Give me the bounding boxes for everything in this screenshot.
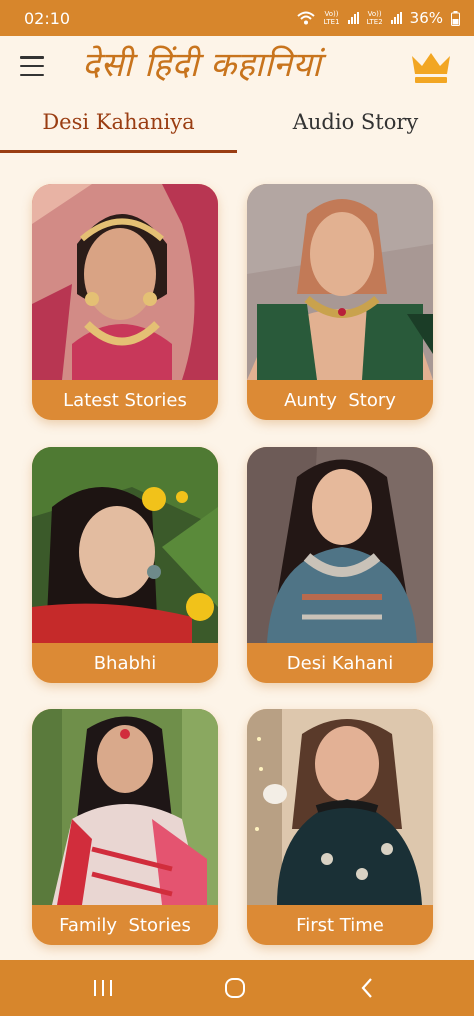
recents-icon[interactable] — [88, 974, 118, 1002]
category-card-bhabhi[interactable]: Bhabhi — [32, 447, 218, 683]
category-photo — [32, 184, 218, 380]
category-photo — [32, 447, 218, 643]
system-navigation-bar — [0, 960, 474, 1016]
category-card-latest-stories[interactable]: Latest Stories — [32, 184, 218, 420]
category-card-desi-kahani[interactable]: Desi Kahani — [247, 447, 433, 683]
category-label: Aunty Story — [247, 380, 433, 420]
category-label: First Time — [247, 905, 433, 945]
wifi-icon — [297, 11, 316, 25]
battery-percent: 36% — [409, 9, 443, 27]
sim1-indicator: Vo)) LTE1 — [323, 10, 340, 26]
category-photo — [247, 447, 433, 643]
sim1-signal-icon — [347, 12, 359, 24]
category-photo — [32, 709, 218, 905]
category-card-first-time[interactable]: First Time — [247, 709, 433, 945]
home-icon[interactable] — [220, 974, 250, 1002]
category-photo — [247, 709, 433, 905]
category-card-aunty-story[interactable]: Aunty Story — [247, 184, 433, 420]
status-time: 02:10 — [24, 8, 71, 28]
category-label: Latest Stories — [32, 380, 218, 420]
category-photo — [247, 184, 433, 380]
app-title: देसी हिंदी कहानियां — [82, 45, 322, 85]
status-bar: 02:10 Vo)) LTE1 Vo)) LTE2 36% — [0, 0, 474, 36]
crown-icon[interactable] — [410, 50, 452, 84]
status-icons: Vo)) LTE1 Vo)) LTE2 36% — [297, 9, 460, 27]
back-icon[interactable] — [352, 974, 382, 1002]
tab-audio-story[interactable]: Audio Story — [237, 110, 474, 152]
category-label: Desi Kahani — [247, 643, 433, 683]
sim2-signal-icon — [390, 12, 402, 24]
category-card-family-stories[interactable]: Family Stories — [32, 709, 218, 945]
battery-icon — [451, 10, 460, 26]
app-bar: देसी हिंदी कहानियां — [0, 36, 474, 98]
tab-desi-kahaniya[interactable]: Desi Kahaniya — [0, 110, 237, 152]
tab-selected-indicator — [0, 150, 237, 153]
category-label: Family Stories — [32, 905, 218, 945]
tab-bar: Desi Kahaniya Audio Story — [0, 104, 474, 154]
hamburger-menu-icon[interactable] — [20, 56, 44, 76]
sim2-indicator: Vo)) LTE2 — [366, 10, 383, 26]
category-label: Bhabhi — [32, 643, 218, 683]
